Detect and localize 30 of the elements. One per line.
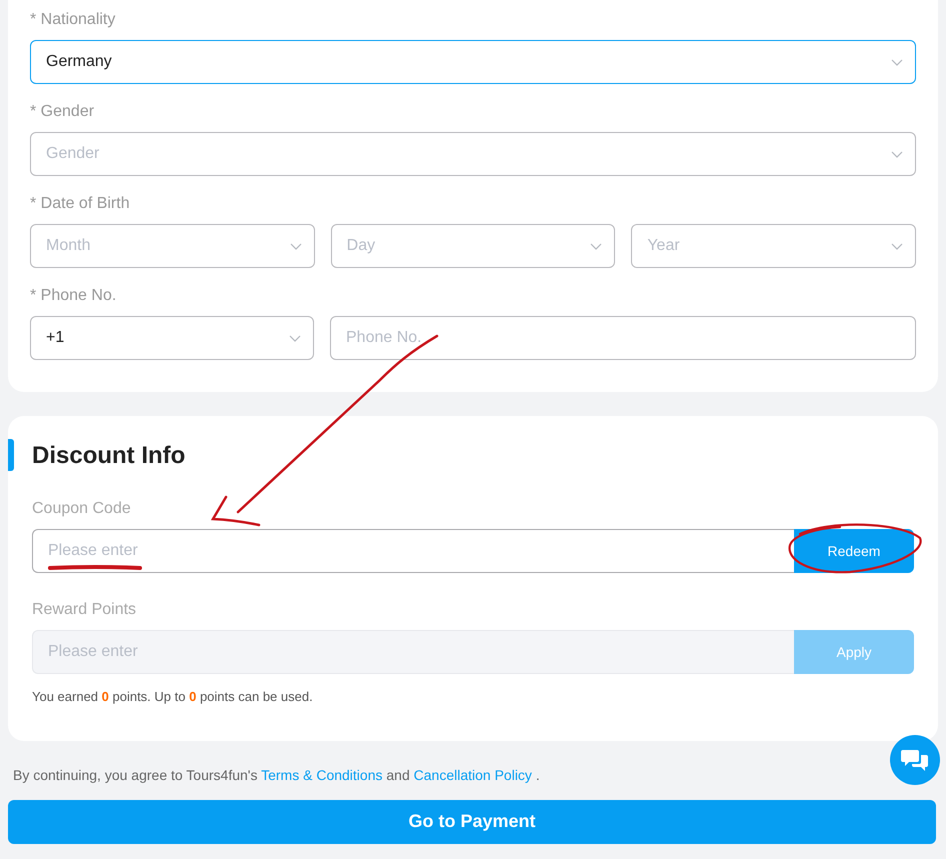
chat-button[interactable]: [890, 735, 940, 785]
chevron-down-icon: [891, 58, 903, 66]
select-field[interactable]: Germany: [30, 40, 916, 84]
select-field[interactable]: Month: [30, 224, 315, 268]
agreement-text: By continuing, you agree to Tours4fun's Terms & Conditions and Cancellation Policy .: [13, 766, 541, 785]
field-label: * Nationality: [30, 10, 116, 30]
chat-bubbles-icon: [901, 748, 929, 772]
phone-field[interactable]: Phone No.: [330, 316, 916, 360]
chevron-down-icon: [590, 242, 602, 250]
field-label: * Phone No.: [30, 286, 118, 306]
chevron-down-icon: [289, 334, 301, 342]
redeem-button[interactable]: Redeem: [794, 529, 914, 573]
section-title: Discount Info: [32, 441, 186, 471]
go-to-payment-button[interactable]: Go to Payment: [8, 800, 936, 844]
select-field[interactable]: Gender: [30, 132, 916, 176]
select-field[interactable]: Day: [330, 224, 616, 268]
points-note: You earned 0 points. Up to 0 points can be used.: [32, 688, 314, 706]
field-label: * Date of Birth: [30, 194, 131, 214]
link[interactable]: Terms & Conditions: [261, 766, 382, 782]
chevron-down-icon: [891, 242, 904, 250]
select-field[interactable]: +1: [30, 316, 314, 360]
field-label: Coupon Code: [32, 499, 132, 519]
select-field[interactable]: Year: [631, 224, 916, 268]
coupon-code-field[interactable]: Please enter: [32, 529, 794, 573]
chevron-down-icon: [290, 242, 302, 250]
field-label: * Gender: [30, 102, 96, 122]
field-label: Reward Points: [32, 600, 138, 620]
link[interactable]: Cancellation Policy: [414, 766, 532, 782]
section-accent: [8, 439, 14, 471]
chevron-down-icon: [891, 150, 903, 158]
